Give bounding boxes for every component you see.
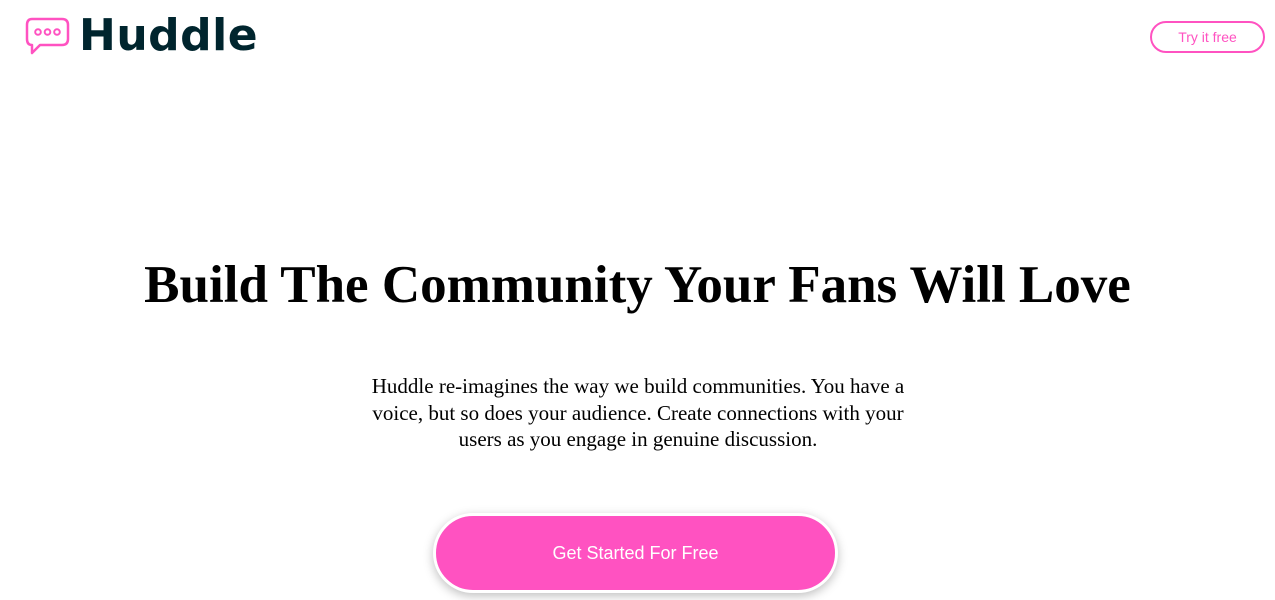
hero-title: Build The Community Your Fans Will Love (144, 256, 1131, 314)
get-started-button[interactable]: Get Started For Free (433, 513, 838, 593)
try-it-free-button[interactable]: Try it free (1150, 21, 1265, 53)
hero-description: Huddle re-imagines the way we build comm… (371, 374, 905, 451)
logo[interactable]: Huddle (24, 10, 258, 62)
brand-name: Huddle (79, 10, 259, 61)
chat-bubble-icon (24, 16, 70, 56)
site-header: Huddle Try it free (0, 0, 1275, 80)
